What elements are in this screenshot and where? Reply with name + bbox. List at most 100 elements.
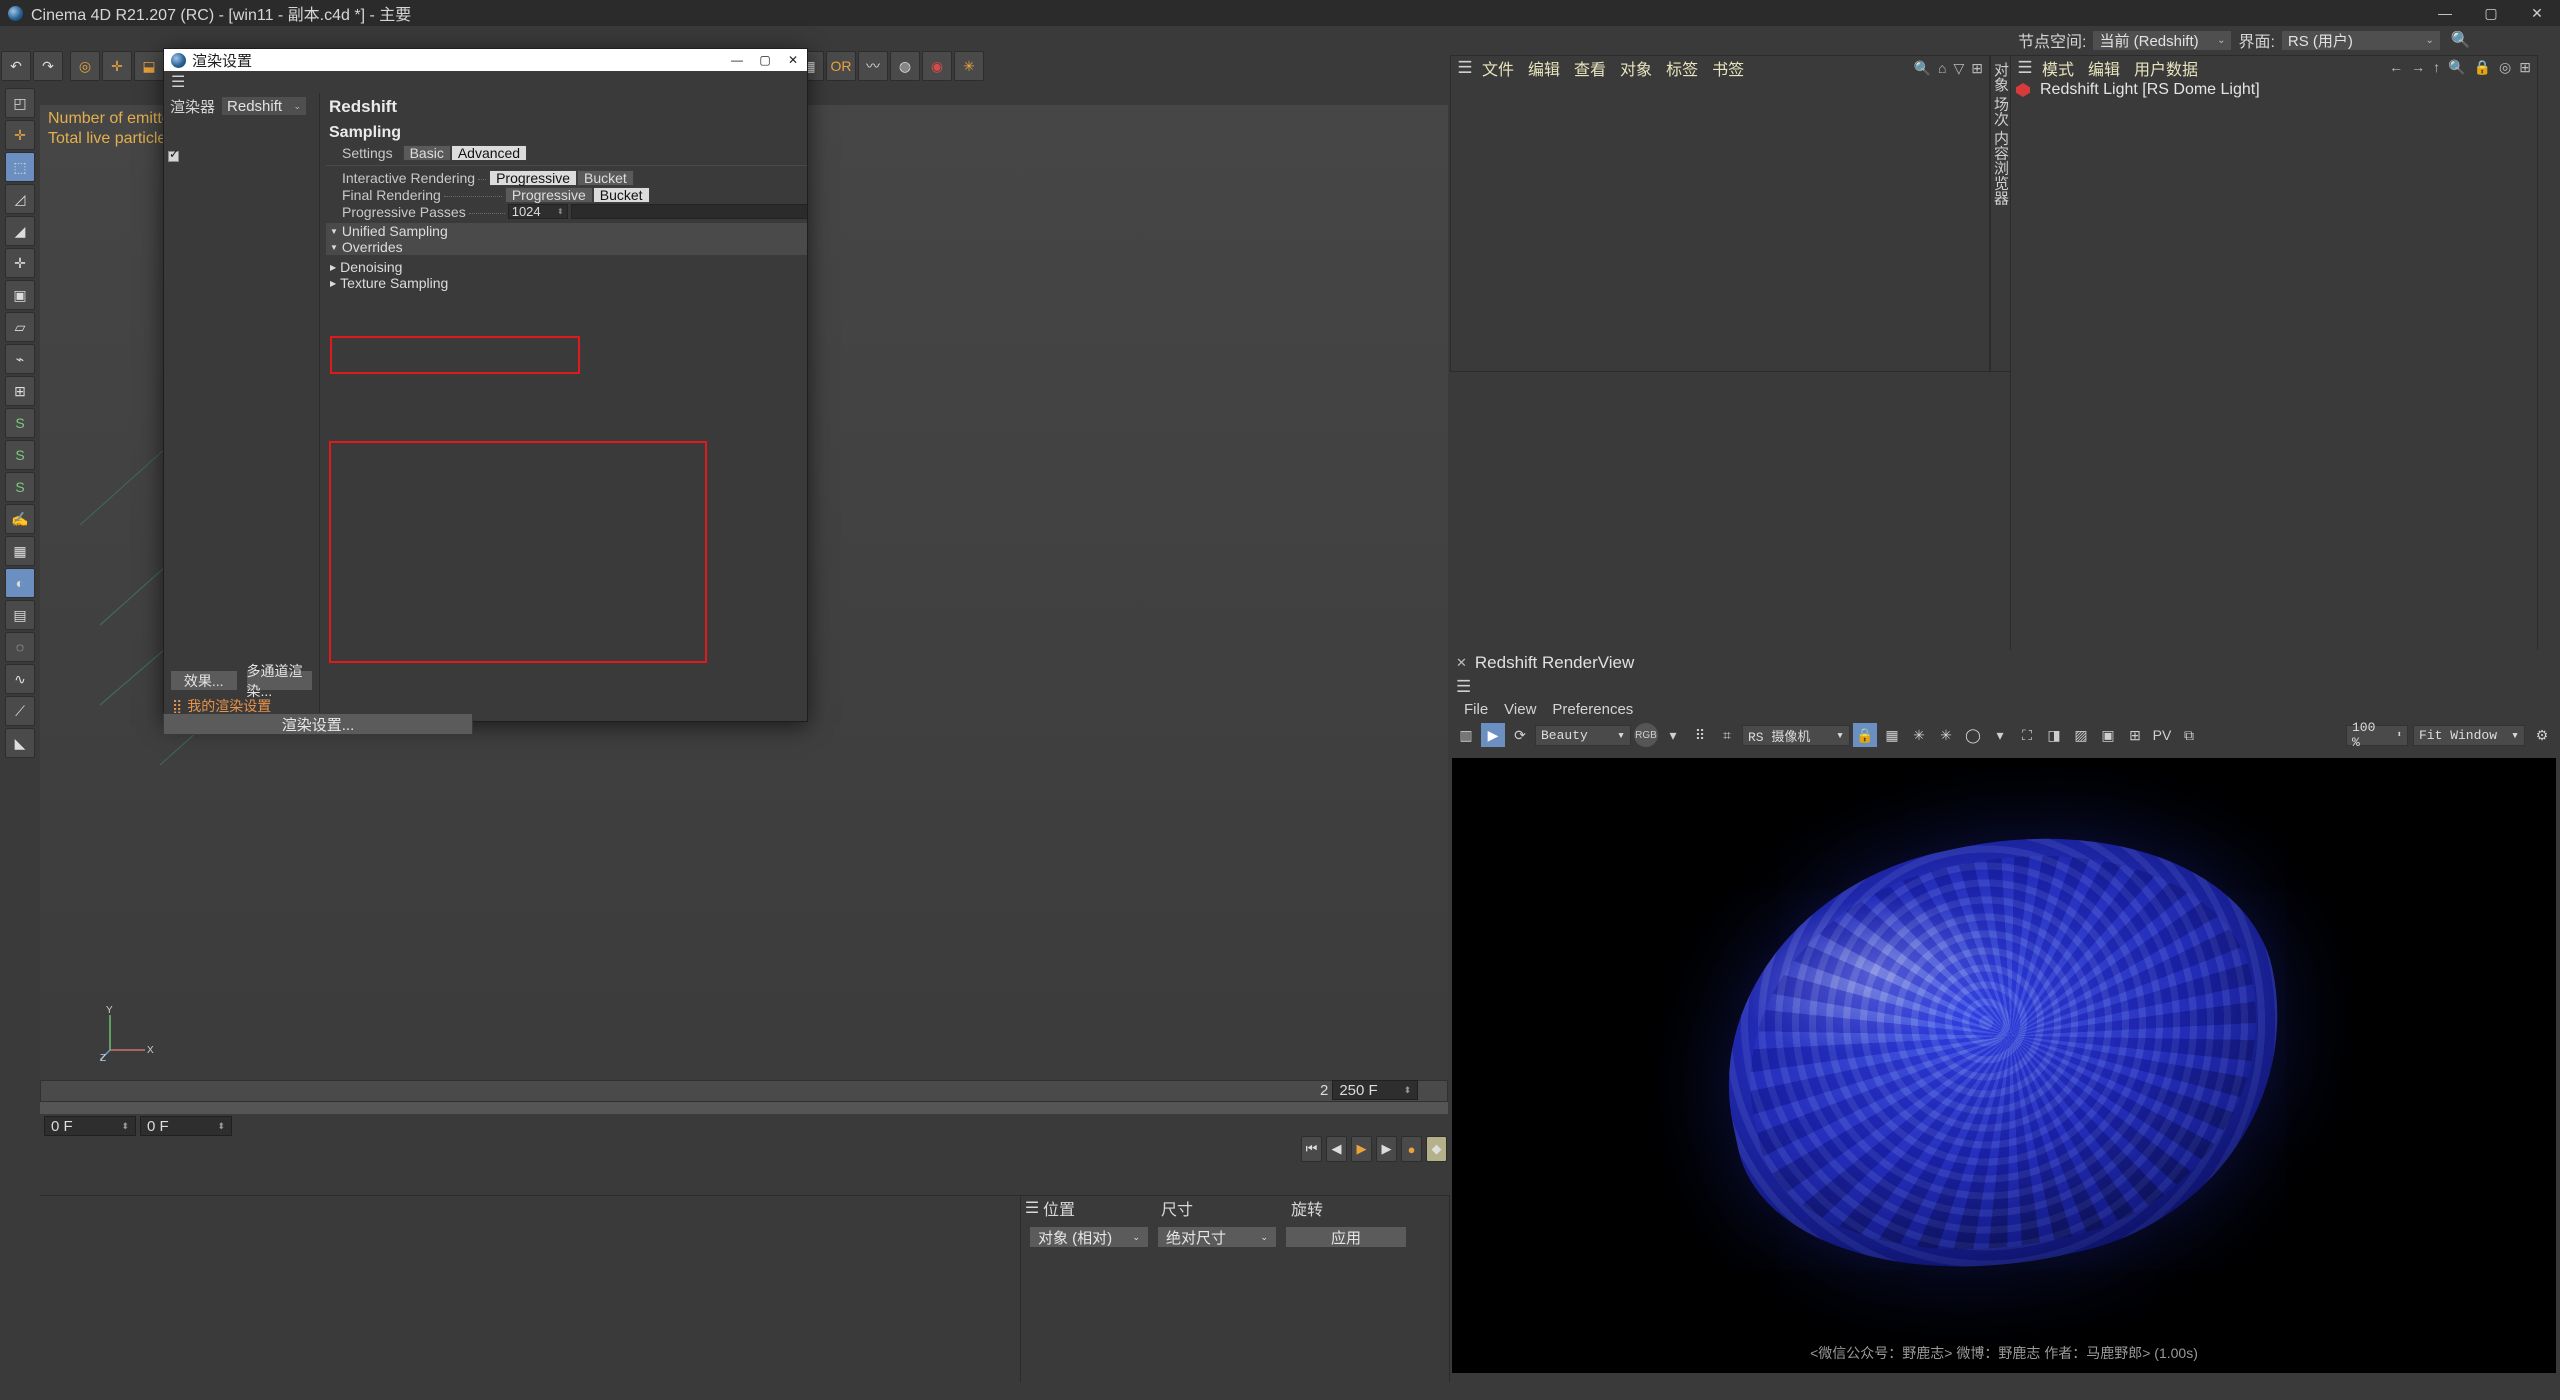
live-selection-icon[interactable]: ◎ — [70, 51, 100, 81]
globe-icon[interactable]: ◍ — [890, 51, 920, 81]
renderview-right-controls[interactable]: 100 % ⬍ Fit Window ▾ ⚙ — [2346, 720, 2554, 750]
final-progressive-button[interactable]: Progressive — [504, 186, 593, 203]
paint-icon[interactable]: ✍ — [5, 504, 35, 534]
attr-menu-edit[interactable]: 编辑 — [2081, 56, 2127, 80]
step-back-icon[interactable]: ◀ — [1326, 1136, 1347, 1162]
dialog-window-controls[interactable]: — ▢ ✕ — [723, 49, 807, 71]
dialog-minimize-button[interactable]: — — [723, 49, 751, 71]
attribute-icons[interactable]: ← → ↑ 🔍 🔒 ◎ ⊞ — [2389, 59, 2531, 76]
interactive-bucket-button[interactable]: Bucket — [577, 169, 634, 186]
node-space-bar[interactable]: 节点空间: 当前 (Redshift) ⌄ 界面: RS (用户) ⌄ 🔍 — [2010, 26, 2560, 54]
attr-menu-userdata[interactable]: 用户数据 — [2127, 56, 2205, 80]
explosion-icon[interactable]: ✳ — [954, 51, 984, 81]
ab-compare-icon[interactable]: ▨ — [2069, 723, 2093, 747]
viewport-solo-icon[interactable]: ▣ — [5, 280, 35, 310]
zoom-field[interactable]: 100 % ⬍ — [2346, 720, 2408, 750]
forward-arrow-icon[interactable]: → — [2411, 59, 2425, 76]
left-toolbar[interactable]: ◰ ✛ ⬚ ◿ ◢ ✛ ▣ ▱ ⌁ ⊞ S S S ✍ ▦ ◐ ▤ ◌ ∿ ⟋ … — [0, 83, 40, 1195]
fit-region-icon[interactable]: ⛶ — [2015, 723, 2039, 747]
fit-mode-select[interactable]: Fit Window ▾ — [2413, 724, 2525, 746]
window-controls[interactable]: — ▢ ✕ — [2422, 0, 2560, 26]
object-manager-side-tabs[interactable]: 对象 场次 内容浏览器 — [1990, 55, 2012, 372]
object-tree[interactable] — [1451, 80, 1989, 82]
current-frame-field[interactable]: 0 F ⬍ — [44, 1116, 136, 1136]
attr-expand-icon[interactable]: ⊞ — [2519, 59, 2531, 76]
timeline[interactable]: 0 F ⬍ 0 F ⬍ — [40, 1080, 1448, 1138]
lock-icon[interactable]: 🔒 — [2474, 59, 2491, 76]
timeline-fields[interactable]: 0 F ⬍ 0 F ⬍ — [40, 1116, 1448, 1138]
close-button[interactable]: ✕ — [2514, 0, 2560, 26]
timeline-ruler[interactable] — [40, 1080, 1448, 1102]
node-space-search-icon[interactable]: 🔍 — [2451, 30, 2471, 50]
display-mode-select[interactable]: Beauty ▾ — [1535, 724, 1631, 746]
rv-menu-view[interactable]: View — [1496, 701, 1544, 718]
settings-segmented[interactable]: Basic Advanced — [402, 144, 528, 161]
om-menu-object[interactable]: 对象 — [1613, 56, 1659, 80]
hair-icon[interactable]: 〰 — [858, 51, 888, 81]
object-manager-menu[interactable]: ☰ 文件 编辑 查看 对象 标签 书签 🔍 ⌂ ▽ ⊞ — [1451, 56, 1989, 80]
material-manager[interactable] — [40, 1195, 1040, 1400]
timeline-end[interactable]: 2 250 F ⬍ — [1320, 1080, 1448, 1100]
denoising-section[interactable]: ▶ Denoising — [326, 259, 807, 275]
renderer-row[interactable]: 渲染器 Redshift ⌄ — [164, 93, 319, 119]
attr-menu-mode[interactable]: 模式 — [2035, 56, 2081, 80]
render-settings-left-buttons[interactable]: 效果... 多通道渲染... — [170, 663, 313, 699]
render-settings-burger-icon[interactable]: ☰ — [164, 71, 807, 93]
material-menu[interactable] — [40, 1196, 1040, 1220]
attribute-menu[interactable]: ☰ 模式 编辑 用户数据 ← → ↑ 🔍 🔒 ◎ ⊞ — [2011, 56, 2537, 79]
layer-icon[interactable]: ▤ — [5, 600, 35, 630]
texture-sampling-section[interactable]: ▶ Texture Sampling — [326, 275, 807, 291]
image-compare-icon[interactable]: ◨ — [2042, 723, 2066, 747]
redshift-renderview[interactable]: ✕ Redshift RenderView ☰ File View Prefer… — [1450, 650, 2560, 1400]
progressive-passes-slider[interactable] — [570, 204, 807, 219]
dialog-maximize-button[interactable]: ▢ — [751, 49, 779, 71]
coordinate-burger-icon[interactable]: ☰ — [1021, 1198, 1043, 1218]
object-manager-icons[interactable]: 🔍 ⌂ ▽ ⊞ — [1914, 60, 1983, 77]
maximize-button[interactable]: ▢ — [2468, 0, 2514, 26]
attribute-burger-icon[interactable]: ☰ — [2015, 58, 2035, 78]
material-list[interactable] — [40, 1220, 1040, 1234]
circle-icon[interactable]: ◯ — [1961, 723, 1985, 747]
sculpt-icon[interactable]: ◐ — [5, 568, 35, 598]
node-space-select[interactable]: 当前 (Redshift) ⌄ — [2092, 29, 2233, 51]
save-image-icon[interactable]: ▣ — [2096, 723, 2120, 747]
coordinate-buttons[interactable]: 对象 (相对) ⌄ 绝对尺寸 ⌄ 应用 — [1021, 1220, 1449, 1248]
filter-icon[interactable]: ▽ — [1953, 60, 1964, 77]
knife-icon[interactable]: ⟋ — [5, 696, 35, 726]
playback-controls[interactable]: ⏮ ◀ ▶ ▶ ● ◆ — [1300, 1135, 1448, 1163]
interactive-rendering-segmented[interactable]: Progressive Bucket — [489, 169, 634, 186]
up-arrow-icon[interactable]: ↑ — [2433, 59, 2440, 76]
enable-axis-icon[interactable]: ✛ — [5, 248, 35, 278]
home-icon[interactable]: ⌂ — [1938, 60, 1946, 77]
refresh-icon[interactable]: ⟳ — [1508, 723, 1532, 747]
om-menu-edit[interactable]: 编辑 — [1521, 56, 1567, 80]
points-mode-icon[interactable]: ⬚ — [5, 152, 35, 182]
s-tool-3-icon[interactable]: S — [5, 472, 35, 502]
camera-select[interactable]: RS 摄像机 ▾ — [1742, 724, 1850, 746]
spline-tool-icon[interactable]: ◌ — [5, 632, 35, 662]
go-to-start-icon[interactable]: ⏮ — [1301, 1136, 1322, 1162]
object-manager[interactable]: ☰ 文件 编辑 查看 对象 标签 书签 🔍 ⌂ ▽ ⊞ — [1450, 55, 1990, 372]
effects-button[interactable]: 效果... — [170, 670, 238, 691]
back-arrow-icon[interactable]: ← — [2389, 59, 2403, 76]
om-menu-tag[interactable]: 标签 — [1659, 56, 1705, 80]
dialog-close-button[interactable]: ✕ — [779, 49, 807, 71]
start-frame-field[interactable]: 0 F ⬍ — [140, 1116, 232, 1136]
render-canvas[interactable]: <微信公众号：野鹿志> 微博：野鹿志 作者：马鹿野郎> (1.00s) — [1452, 758, 2556, 1373]
model-mode-icon[interactable]: ◰ — [5, 88, 35, 118]
settings-row[interactable]: Settings Basic Advanced — [326, 144, 807, 161]
coord-mode-right[interactable]: 绝对尺寸 ⌄ — [1157, 1226, 1277, 1248]
final-rendering-row[interactable]: Final Rendering Progressive Bucket — [326, 186, 807, 203]
denoise-g-icon[interactable]: ✳ — [1934, 723, 1958, 747]
interactive-progressive-button[interactable]: Progressive — [489, 169, 577, 186]
attribute-tabs[interactable] — [2011, 101, 2537, 123]
quantize-icon[interactable]: ⊞ — [5, 376, 35, 406]
overrides-collapse-icon[interactable]: ▼ — [330, 243, 338, 252]
renderer-select[interactable]: Redshift ⌄ — [221, 96, 308, 116]
rv-menu-file[interactable]: File — [1456, 701, 1496, 718]
step-forward-icon[interactable]: ▶ — [1376, 1136, 1397, 1162]
uv-icon[interactable]: ▦ — [5, 536, 35, 566]
curve-icon[interactable]: ∿ — [5, 664, 35, 694]
progressive-passes-row[interactable]: Progressive Passes 1024 ⬍ — [326, 203, 807, 220]
render-settings-dialog[interactable]: 渲染设置 — ▢ ✕ ☰ 渲染器 Redshift ⌄ ✓ 效果... 多通道渲… — [163, 48, 808, 722]
